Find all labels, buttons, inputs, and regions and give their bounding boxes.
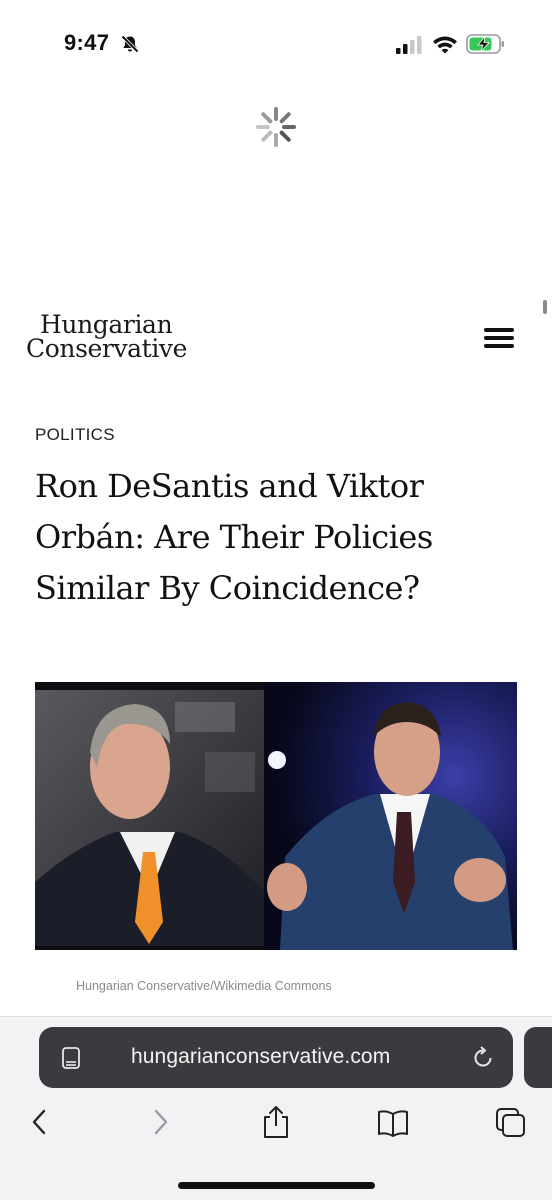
home-indicator[interactable]	[178, 1182, 375, 1189]
url-text[interactable]: hungarianconservative.com	[131, 1045, 390, 1069]
site-logo-line2: Conservative	[26, 334, 188, 363]
battery-charging-icon	[466, 34, 504, 54]
image-caption: Hungarian Conservative/Wikimedia Commons	[76, 979, 332, 993]
bell-slash-icon	[121, 35, 139, 53]
cellular-signal-icon	[396, 36, 422, 54]
reload-icon[interactable]	[470, 1045, 496, 1071]
wifi-icon	[433, 36, 457, 54]
scroll-indicator[interactable]	[543, 300, 547, 314]
hamburger-menu-icon[interactable]	[484, 328, 516, 352]
reader-view-icon[interactable]	[61, 1046, 83, 1070]
spinner-icon	[256, 107, 296, 147]
share-icon[interactable]	[259, 1104, 293, 1140]
back-icon[interactable]	[24, 1104, 58, 1140]
article-image	[35, 682, 517, 950]
next-tab-address-bar[interactable]	[524, 1027, 552, 1088]
article-category[interactable]: POLITICS	[35, 425, 115, 445]
article-headline: Ron DeSantis and Viktor Orbán: Are Their…	[35, 467, 433, 607]
tabs-icon[interactable]	[494, 1104, 528, 1140]
bookmarks-icon[interactable]	[376, 1104, 410, 1140]
forward-icon[interactable]	[143, 1104, 177, 1140]
address-bar[interactable]: hungarianconservative.com	[39, 1027, 513, 1088]
site-logo[interactable]: Hungarian Conservative	[26, 312, 188, 363]
status-bar: 9:47	[0, 0, 552, 80]
status-time: 9:47	[64, 30, 110, 55]
